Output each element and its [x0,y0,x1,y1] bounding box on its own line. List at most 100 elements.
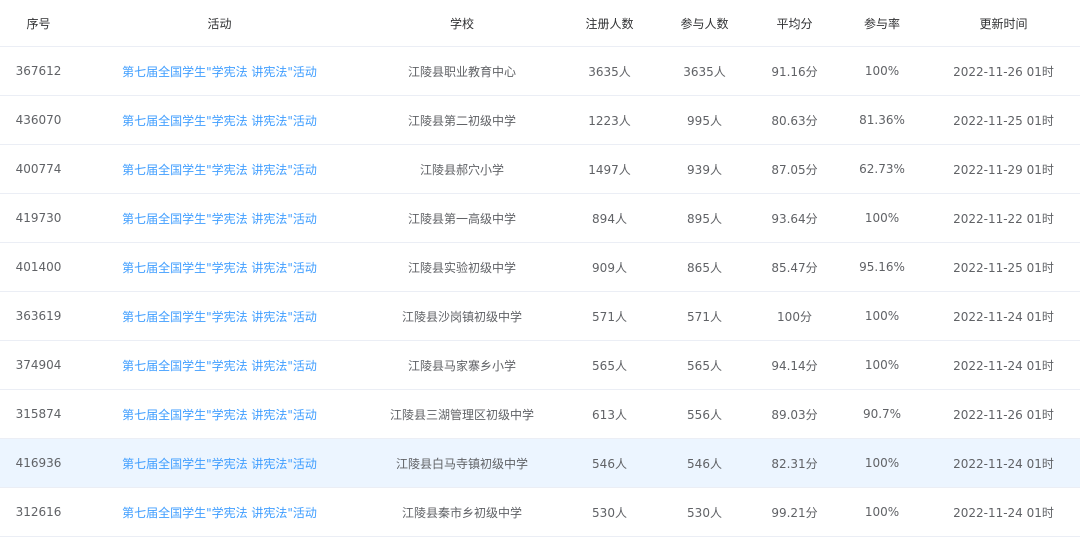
cell-rate-cell: 81.36% [837,95,927,145]
table-row[interactable]: 374904 第七届全国学生"学宪法 讲宪法"活动 江陵县马家寨乡小学 565人 565… [0,340,1080,390]
cell-school-cell: 江陵县秦市乡初级中学 [362,487,562,537]
cell-avg-score-cell: 80.63分 [752,95,837,145]
cell-activity-link[interactable]: 第七届全国学生"学宪法 讲宪法"活动 [122,65,317,79]
cell-activity-cell: 第七届全国学生"学宪法 讲宪法"活动 [77,242,362,292]
cell-avg-score: 100分 [777,309,812,324]
cell-rate-cell: 100% [837,487,927,537]
cell-id: 416936 [15,456,62,470]
cell-school-cell: 江陵县沙岗镇初级中学 [362,291,562,341]
cell-avg-score-cell: 87.05分 [752,144,837,194]
cell-school-cell: 江陵县职业教育中心 [362,46,562,96]
cell-activity-link[interactable]: 第七届全国学生"学宪法 讲宪法"活动 [122,506,317,520]
cell-updated-cell: 2022-11-24 01时 [927,291,1080,341]
header-participants[interactable]: 参与人数 [657,0,752,47]
cell-school-cell: 江陵县第一高级中学 [362,193,562,243]
table-row[interactable]: 312616 第七届全国学生"学宪法 讲宪法"活动 江陵县秦市乡初级中学 530人 53… [0,487,1080,537]
cell-updated: 2022-11-29 01时 [953,162,1054,177]
cell-participants: 546人 [687,456,722,471]
cell-registered-cell: 3635人 [562,46,657,96]
header-avg-score[interactable]: 平均分 [752,0,837,47]
ranking-table: 序号 活动 学校 注册人数 参与人数 平均分 参与率 更新时间 367612 第七… [0,0,1080,537]
cell-activity-cell: 第七届全国学生"学宪法 讲宪法"活动 [77,95,362,145]
cell-activity-cell: 第七届全国学生"学宪法 讲宪法"活动 [77,46,362,96]
table-row[interactable]: 419730 第七届全国学生"学宪法 讲宪法"活动 江陵县第一高级中学 894人 895… [0,193,1080,243]
header-school[interactable]: 学校 [362,0,562,47]
header-rate[interactable]: 参与率 [837,0,927,47]
cell-avg-score: 93.64分 [771,211,818,226]
header-id[interactable]: 序号 [0,0,77,47]
cell-school: 江陵县三湖管理区初级中学 [389,407,534,422]
cell-activity-link[interactable]: 第七届全国学生"学宪法 讲宪法"活动 [122,359,317,373]
cell-activity-cell: 第七届全国学生"学宪法 讲宪法"活动 [77,340,362,390]
cell-participants-cell: 995人 [657,95,752,145]
cell-rate: 100% [864,456,900,470]
cell-participants: 865人 [687,260,722,275]
cell-school: 江陵县秦市乡初级中学 [401,505,522,520]
cell-participants: 571人 [687,309,722,324]
cell-rate-cell: 95.16% [837,242,927,292]
cell-id-cell: 312616 [0,487,77,537]
cell-participants: 565人 [687,358,722,373]
cell-rate-cell: 90.7% [837,389,927,439]
cell-school: 江陵县第二初级中学 [407,113,516,128]
cell-school: 江陵县实验初级中学 [407,260,516,275]
table-row[interactable]: 363619 第七届全国学生"学宪法 讲宪法"活动 江陵县沙岗镇初级中学 571人 57… [0,291,1080,341]
cell-avg-score: 99.21分 [771,505,818,520]
cell-participants-cell: 530人 [657,487,752,537]
cell-avg-score: 94.14分 [771,358,818,373]
cell-updated: 2022-11-26 01时 [953,407,1054,422]
cell-activity-link[interactable]: 第七届全国学生"学宪法 讲宪法"活动 [122,163,317,177]
table-row[interactable]: 400774 第七届全国学生"学宪法 讲宪法"活动 江陵县郝穴小学 1497人 939人… [0,144,1080,194]
cell-id-cell: 400774 [0,144,77,194]
cell-rate-cell: 100% [837,193,927,243]
cell-updated-cell: 2022-11-26 01时 [927,389,1080,439]
table-row[interactable]: 416936 第七届全国学生"学宪法 讲宪法"活动 江陵县白马寺镇初级中学 546人 5… [0,438,1080,488]
cell-rate: 100% [864,64,900,78]
cell-activity-link[interactable]: 第七届全国学生"学宪法 讲宪法"活动 [122,261,317,275]
cell-activity-link[interactable]: 第七届全国学生"学宪法 讲宪法"活动 [122,457,317,471]
cell-avg-score-cell: 85.47分 [752,242,837,292]
cell-registered-cell: 565人 [562,340,657,390]
cell-activity-cell: 第七届全国学生"学宪法 讲宪法"活动 [77,389,362,439]
table-row[interactable]: 315874 第七届全国学生"学宪法 讲宪法"活动 江陵县三湖管理区初级中学 613人… [0,389,1080,439]
cell-rate: 100% [864,211,900,225]
cell-avg-score-cell: 99.21分 [752,487,837,537]
header-updated[interactable]: 更新时间 [927,0,1080,47]
cell-participants-cell: 3635人 [657,46,752,96]
cell-id-cell: 367612 [0,46,77,96]
cell-rate: 62.73% [859,162,905,176]
cell-activity-link[interactable]: 第七届全国学生"学宪法 讲宪法"活动 [122,408,317,422]
cell-updated: 2022-11-24 01时 [953,456,1054,471]
cell-avg-score: 87.05分 [771,162,818,177]
cell-id-cell: 419730 [0,193,77,243]
cell-rate-cell: 100% [837,291,927,341]
cell-registered: 613人 [592,407,627,422]
header-registered[interactable]: 注册人数 [562,0,657,47]
cell-rate: 100% [864,309,900,323]
cell-avg-score-cell: 94.14分 [752,340,837,390]
cell-rate-cell: 62.73% [837,144,927,194]
cell-registered: 909人 [592,260,627,275]
header-activity[interactable]: 活动 [77,0,362,47]
cell-participants: 939人 [687,162,722,177]
cell-id: 419730 [15,211,62,225]
cell-school: 江陵县郝穴小学 [419,162,504,177]
cell-updated-cell: 2022-11-26 01时 [927,46,1080,96]
cell-school-cell: 江陵县白马寺镇初级中学 [362,438,562,488]
table-row[interactable]: 401400 第七届全国学生"学宪法 讲宪法"活动 江陵县实验初级中学 909人 865… [0,242,1080,292]
header-row: 序号 活动 学校 注册人数 参与人数 平均分 参与率 更新时间 [0,0,1080,47]
cell-updated-cell: 2022-11-24 01时 [927,438,1080,488]
cell-registered: 565人 [592,358,627,373]
cell-registered: 530人 [592,505,627,520]
cell-registered-cell: 613人 [562,389,657,439]
cell-updated: 2022-11-24 01时 [953,505,1054,520]
cell-activity-link[interactable]: 第七届全国学生"学宪法 讲宪法"活动 [122,212,317,226]
cell-activity-link[interactable]: 第七届全国学生"学宪法 讲宪法"活动 [122,114,317,128]
table-row[interactable]: 436070 第七届全国学生"学宪法 讲宪法"活动 江陵县第二初级中学 1223人 99… [0,95,1080,145]
cell-updated-cell: 2022-11-24 01时 [927,340,1080,390]
cell-activity-link[interactable]: 第七届全国学生"学宪法 讲宪法"活动 [122,310,317,324]
cell-participants: 895人 [687,211,722,226]
table-row[interactable]: 367612 第七届全国学生"学宪法 讲宪法"活动 江陵县职业教育中心 3635人 36… [0,46,1080,96]
cell-school: 江陵县职业教育中心 [407,64,516,79]
cell-registered: 546人 [592,456,627,471]
